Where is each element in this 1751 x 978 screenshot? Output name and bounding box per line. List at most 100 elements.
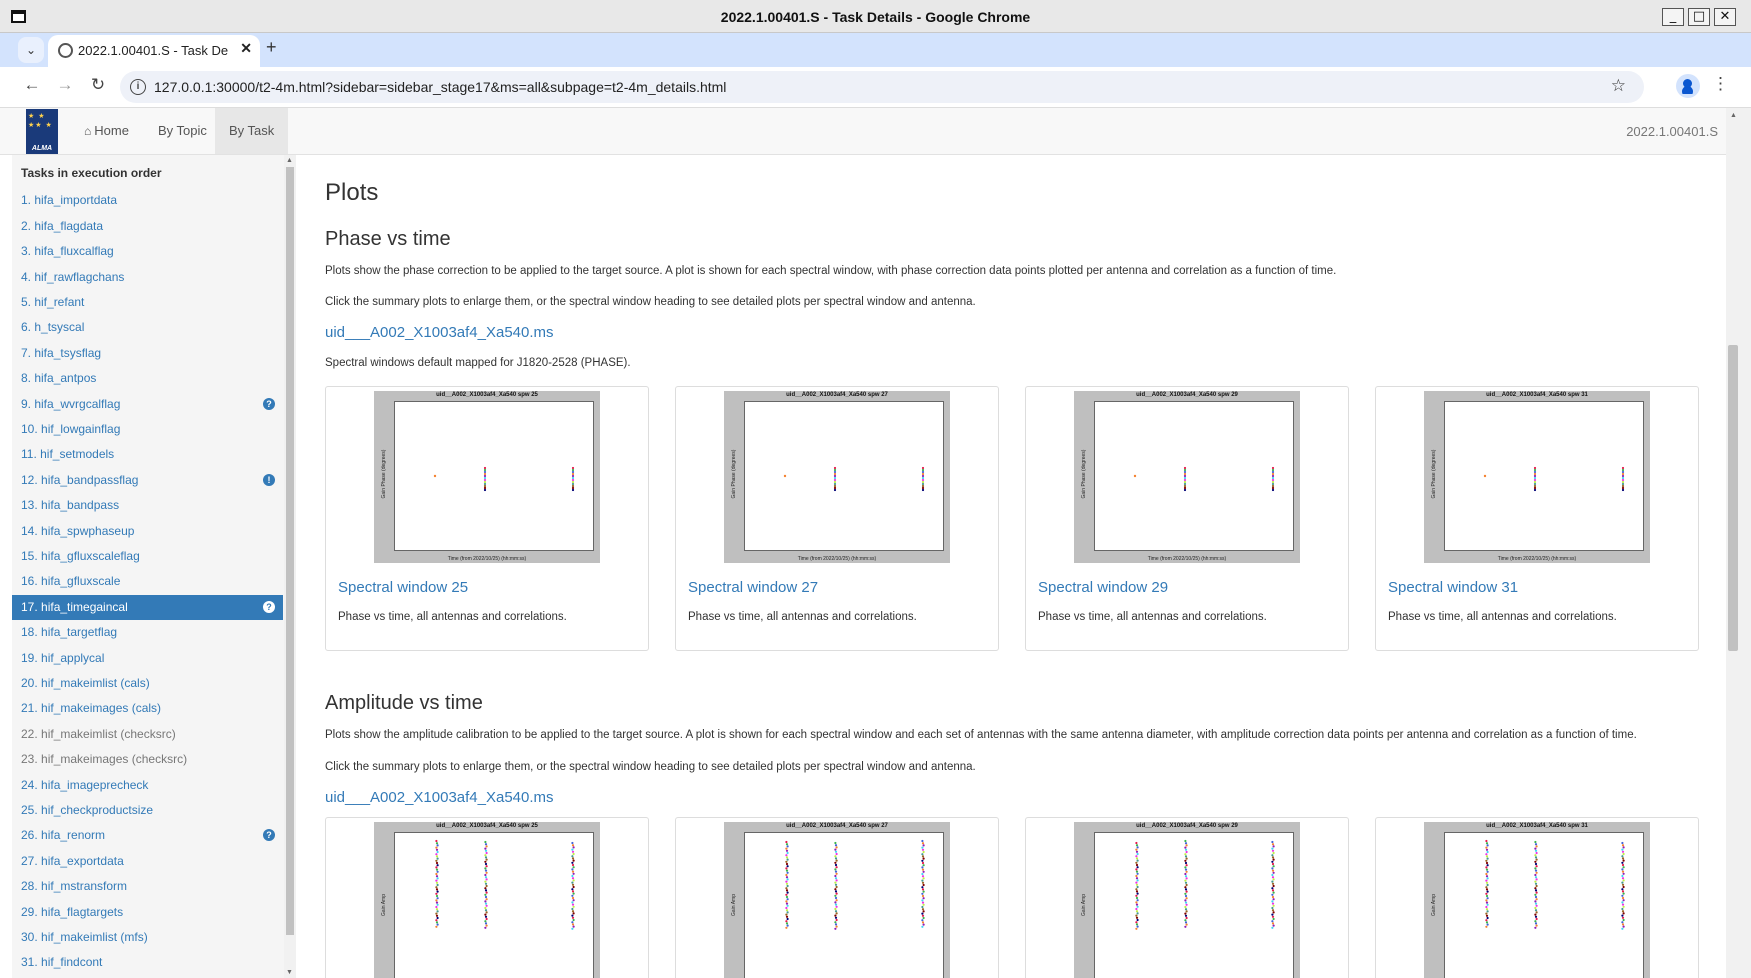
back-icon[interactable]: ← xyxy=(20,75,44,95)
browser-tab[interactable]: 2022.1.00401.S - Task Det ✕ xyxy=(48,35,260,67)
summary-plot-image[interactable]: uid__A002_X1003af4_Xa540 spw 27 Gain Phas… xyxy=(724,391,950,563)
plot-point xyxy=(1485,866,1488,869)
plot-point xyxy=(435,881,439,884)
spectral-window-link[interactable]: Spectral window 27 xyxy=(688,579,818,596)
plot-point xyxy=(1534,900,1537,903)
sidebar-scrollbar[interactable]: ▲ ▼ xyxy=(284,155,296,978)
sidebar-item[interactable]: 3. hifa_fluxcalflag xyxy=(12,239,283,264)
sidebar-item[interactable]: 12. hifa_bandpassflag! xyxy=(12,468,283,493)
summary-plot-image[interactable]: uid__A002_X1003af4_Xa540 spw 31 Gain Amp xyxy=(1424,822,1650,978)
plot-point xyxy=(1135,916,1139,919)
sidebar-item[interactable]: 23. hif_makeimages (checksrc) xyxy=(12,747,283,772)
sidebar-scroll-thumb[interactable] xyxy=(286,167,294,935)
main-scrollbar[interactable]: ▲ xyxy=(1726,108,1751,978)
plot-point xyxy=(1183,476,1187,480)
sidebar-item[interactable]: 30. hif_makeimlist (mfs) xyxy=(12,925,283,950)
sidebar-item[interactable]: 29. hifa_flagtargets xyxy=(12,900,283,925)
sidebar-item[interactable]: 17. hifa_timegaincal? xyxy=(12,594,283,620)
url-text[interactable]: 127.0.0.1:30000/t2-4m.html?sidebar=sideb… xyxy=(154,79,726,95)
sidebar-item[interactable]: 7. hifa_tsysflag xyxy=(12,341,283,366)
sidebar-item[interactable]: 4. hif_rawflagchans xyxy=(12,265,283,290)
sidebar-item[interactable]: 2. hifa_flagdata xyxy=(12,214,283,239)
sidebar-item[interactable]: 1. hifa_importdata xyxy=(12,188,283,213)
sidebar-item[interactable]: 15. hifa_gfluxscaleflag xyxy=(12,544,283,569)
sidebar-item[interactable]: 5. hif_refant xyxy=(12,290,283,315)
status-badge-icon[interactable]: ? xyxy=(263,397,275,410)
menu-icon[interactable]: ⋮ xyxy=(1712,74,1729,94)
main-scroll-up-icon[interactable]: ▲ xyxy=(1730,112,1737,119)
status-badge-icon[interactable]: ? xyxy=(263,600,275,613)
sidebar-item[interactable]: 26. hifa_renorm? xyxy=(12,823,283,848)
sidebar-item[interactable]: 22. hif_makeimlist (checksrc) xyxy=(12,722,283,747)
profile-icon[interactable] xyxy=(1676,74,1700,98)
sidebar-item[interactable]: 27. hifa_exportdata xyxy=(12,849,283,874)
sidebar-heading: Tasks in execution order xyxy=(21,166,162,180)
plot-point xyxy=(834,914,837,917)
alma-logo[interactable]: ★ ★ ★★ ★ ALMA xyxy=(26,109,58,154)
reload-icon[interactable]: ↻ xyxy=(86,75,110,95)
plot-point xyxy=(1535,884,1538,888)
summary-plot-image[interactable]: uid__A002_X1003af4_Xa540 spw 29 Gain Phas… xyxy=(1074,391,1300,563)
nav-by-task[interactable]: By Task xyxy=(215,108,289,154)
sidebar-item[interactable]: 8. hifa_antpos xyxy=(12,366,283,391)
plot-point xyxy=(485,865,488,868)
plot-point xyxy=(1185,850,1188,854)
plot-point xyxy=(571,861,574,864)
plot-point xyxy=(834,896,838,900)
close-icon[interactable]: ✕ xyxy=(240,40,252,57)
sidebar-item[interactable]: 28. hif_mstransform xyxy=(12,874,283,899)
status-badge-icon[interactable]: ! xyxy=(263,473,275,486)
star-icon[interactable]: ☆ xyxy=(1611,76,1626,96)
sidebar-item[interactable]: 20. hif_makeimlist (cals) xyxy=(12,671,283,696)
spectral-window-link[interactable]: Spectral window 25 xyxy=(338,579,468,596)
summary-plot-image[interactable]: uid__A002_X1003af4_Xa540 spw 27 Gain Amp xyxy=(724,822,950,978)
sidebar-item[interactable]: 9. hifa_wvrgcalflag? xyxy=(12,392,283,417)
maximize-button[interactable]: □ xyxy=(1688,8,1710,26)
main-scroll-thumb[interactable] xyxy=(1728,345,1738,651)
version-label: 2022.1.00401.S xyxy=(1626,124,1718,139)
forward-icon[interactable]: → xyxy=(53,75,77,95)
sidebar-item[interactable]: 21. hif_makeimages (cals) xyxy=(12,696,283,721)
plot-point xyxy=(436,877,439,880)
plot-point xyxy=(921,478,925,482)
nav-home[interactable]: ⌂ Home xyxy=(70,108,143,154)
sidebar-item[interactable]: 6. h_tsyscal xyxy=(12,315,283,340)
new-tab-icon[interactable]: + xyxy=(266,37,277,58)
close-window-button[interactable]: ✕ xyxy=(1714,8,1736,26)
window-title: 2022.1.00401.S - Task Details - Google C… xyxy=(720,9,1031,25)
plot-point xyxy=(1533,484,1537,488)
sidebar-item[interactable]: 25. hif_checkproductsize xyxy=(12,798,283,823)
address-bar[interactable]: i 127.0.0.1:30000/t2-4m.html?sidebar=sid… xyxy=(120,71,1644,103)
summary-plot-image[interactable]: uid__A002_X1003af4_Xa540 spw 25 Gain Amp xyxy=(374,822,600,978)
sidebar-item[interactable]: 24. hifa_imageprecheck xyxy=(12,773,283,798)
sidebar-item[interactable]: 16. hifa_gfluxscale xyxy=(12,569,283,594)
plot-point xyxy=(1535,924,1538,927)
sidebar-item[interactable]: 18. hifa_targetflag xyxy=(12,620,283,645)
plot-point xyxy=(922,850,925,854)
minimize-button[interactable]: _ xyxy=(1662,8,1684,26)
summary-plot-image[interactable]: uid__A002_X1003af4_Xa540 spw 29 Gain Amp xyxy=(1074,822,1300,978)
spectral-window-link[interactable]: Spectral window 29 xyxy=(1038,579,1168,596)
spectral-window-link[interactable]: Spectral window 31 xyxy=(1388,579,1518,596)
sidebar-item[interactable]: 19. hif_applycal xyxy=(12,646,283,671)
phase-ms-link[interactable]: uid___A002_X1003af4_Xa540.ms xyxy=(325,324,554,341)
amplitude-ms-link[interactable]: uid___A002_X1003af4_Xa540.ms xyxy=(325,789,554,806)
sidebar-item[interactable]: 10. hif_lowgainflag xyxy=(12,417,283,442)
plot-point xyxy=(921,914,925,917)
summary-plot-image[interactable]: uid__A002_X1003af4_Xa540 spw 31 Gain Phas… xyxy=(1424,391,1650,563)
sidebar-item[interactable]: 31. hif_findcont xyxy=(12,950,283,975)
plot-point xyxy=(483,484,487,488)
sidebar-item[interactable]: 13. hifa_bandpass xyxy=(12,493,283,518)
scroll-up-icon[interactable]: ▲ xyxy=(286,157,293,164)
sidebar-item[interactable]: 11. hif_setmodels xyxy=(12,442,283,467)
plot-points xyxy=(783,466,925,492)
plot-point xyxy=(1184,919,1187,922)
plot-point xyxy=(483,468,487,472)
info-icon[interactable]: i xyxy=(130,79,146,95)
nav-by-topic[interactable]: By Topic xyxy=(144,108,221,154)
scroll-down-icon[interactable]: ▼ xyxy=(286,969,293,976)
summary-plot-image[interactable]: uid__A002_X1003af4_Xa540 spw 25 Gain Phas… xyxy=(374,391,600,563)
status-badge-icon[interactable]: ? xyxy=(263,829,275,842)
tab-menu-icon[interactable]: ⌄ xyxy=(18,37,44,63)
sidebar-item[interactable]: 14. hifa_spwphaseup xyxy=(12,519,283,544)
